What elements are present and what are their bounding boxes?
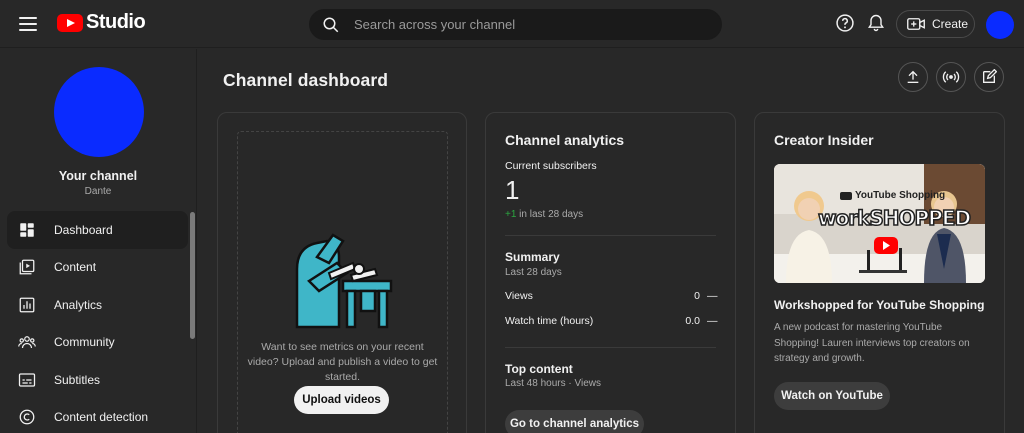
upload-icon — [907, 70, 919, 83]
top-bar: Studio Create — [0, 0, 1024, 48]
create-post-button[interactable] — [974, 62, 1004, 92]
top-content-period: Last 48 hours · Views — [505, 378, 601, 389]
insider-title: Creator Insider — [774, 132, 874, 148]
content-icon — [19, 259, 35, 275]
community-icon — [18, 336, 36, 349]
sidebar-item-label: Community — [54, 335, 115, 350]
search-icon — [323, 17, 339, 32]
views-trend: — — [707, 290, 718, 302]
upload-button[interactable] — [898, 62, 928, 92]
channel-name: Dante — [84, 186, 112, 197]
sidebar: Your channel Dante Dashboard Content Ana… — [0, 49, 197, 433]
logo-text: Studio — [86, 11, 146, 33]
subscribers-change-period: in last 28 days — [516, 209, 584, 220]
subscribers-change-value: +1 — [505, 209, 517, 220]
subscribers-label: Current subscribers — [505, 160, 597, 172]
insider-video-title[interactable]: Workshopped for YouTube Shopping — [774, 298, 984, 312]
summary-period: Last 28 days — [505, 267, 562, 278]
divider — [505, 347, 716, 348]
channel-avatar[interactable] — [54, 67, 144, 157]
upload-illustration — [295, 233, 393, 329]
subscribers-count: 1 — [505, 175, 520, 205]
summary-title: Summary — [505, 250, 560, 264]
sidebar-item-label: Analytics — [54, 297, 103, 312]
sidebar-item-label: Content — [54, 260, 97, 275]
studio-logo[interactable]: Studio — [57, 11, 146, 34]
watch-on-youtube-button[interactable]: Watch on YouTube — [774, 382, 890, 410]
analytics-icon — [19, 297, 35, 313]
divider — [505, 235, 716, 236]
content-detection-icon — [19, 409, 35, 425]
bell-icon[interactable] — [866, 13, 886, 33]
sidebar-item-dashboard[interactable]: Dashboard — [7, 211, 188, 249]
subscribers-change: +1 in last 28 days — [505, 209, 583, 220]
sidebar-item-analytics[interactable]: Analytics — [7, 286, 188, 324]
upload-videos-button[interactable]: Upload videos — [294, 386, 389, 414]
sidebar-item-label: Content detection — [54, 410, 149, 425]
sidebar-item-label: Subtitles — [54, 372, 101, 387]
empty-state-text: Want to see metrics on your recent video… — [247, 341, 438, 383]
menu-icon[interactable] — [16, 12, 40, 36]
sidebar-item-community[interactable]: Community — [7, 324, 188, 362]
account-avatar[interactable] — [986, 11, 1014, 39]
sidebar-nav: Dashboard Content Analytics Community Su… — [7, 211, 188, 433]
thumbnail-title: workSHOPPED — [817, 205, 972, 231]
watch-time-label: Watch time (hours) — [505, 315, 594, 327]
views-label: Views — [505, 290, 533, 302]
views-value: 0 — [694, 290, 700, 302]
subtitles-icon — [18, 373, 36, 387]
edit-icon — [983, 69, 997, 83]
video-thumbnail[interactable]: YouTube Shopping workSHOPPED — [774, 164, 985, 283]
search-bar[interactable] — [309, 9, 722, 40]
sidebar-item-content[interactable]: Content — [7, 249, 188, 287]
create-button[interactable]: Create — [896, 10, 975, 38]
create-label: Create — [932, 17, 969, 31]
sidebar-item-label: Dashboard — [54, 222, 113, 237]
top-content-title: Top content — [505, 362, 573, 376]
go-live-button[interactable] — [936, 62, 966, 92]
live-icon — [942, 71, 960, 83]
help-icon[interactable] — [835, 13, 855, 33]
thumbnail-badge-text: YouTube Shopping — [855, 190, 946, 201]
youtube-logo-icon — [57, 13, 83, 32]
create-video-icon — [907, 18, 925, 30]
thumbnail-badge: YouTube Shopping — [840, 190, 945, 201]
analytics-title: Channel analytics — [505, 132, 625, 148]
channel-label: Your channel — [58, 169, 138, 183]
watch-time-trend: — — [707, 315, 718, 327]
youtube-badge-icon — [840, 191, 852, 200]
sidebar-scrollbar[interactable] — [190, 212, 195, 339]
search-input[interactable] — [354, 17, 704, 32]
go-to-analytics-button[interactable]: Go to channel analytics — [505, 410, 644, 433]
dashboard-icon — [20, 223, 34, 237]
sidebar-item-subtitles[interactable]: Subtitles — [7, 361, 188, 399]
sidebar-item-content-detection[interactable]: Content detection — [7, 399, 188, 433]
page-title: Channel dashboard — [223, 70, 389, 90]
insider-video-description: A new podcast for mastering YouTube Shop… — [774, 322, 970, 364]
watch-time-value: 0.0 — [685, 315, 700, 327]
